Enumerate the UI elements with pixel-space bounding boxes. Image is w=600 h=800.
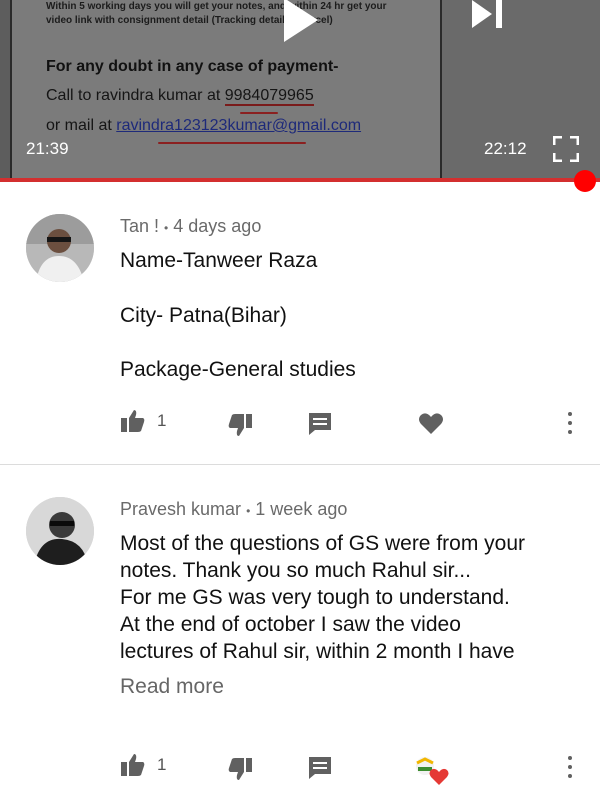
comment-text-line: For me GS was very tough to understand.	[120, 586, 510, 609]
current-time: 21:39	[26, 139, 69, 158]
meta-separator: •	[246, 504, 251, 518]
duration: 22:12	[484, 139, 527, 158]
doc-mail-line: or mail at ravindra123123kumar@gmail.com	[46, 117, 361, 135]
like-count: 1	[157, 755, 167, 774]
comment-divider	[0, 464, 600, 465]
comment-author[interactable]: Tan !	[120, 216, 159, 236]
comment-text-line: notes. Thank you so much Rahul sir...	[120, 559, 471, 582]
meta-separator: •	[164, 221, 169, 235]
avatar[interactable]	[26, 214, 94, 282]
doc-text-line2: video link with consignment detail (Trac…	[46, 15, 333, 26]
comment-text-line: Most of the questions of GS were from yo…	[120, 532, 526, 555]
comment-time: 1 week ago	[255, 499, 348, 519]
thumb-down-icon[interactable]	[227, 756, 253, 782]
comment-author[interactable]: Pravesh kumar	[120, 499, 241, 519]
thumb-up-icon[interactable]	[120, 752, 146, 778]
comment-icon[interactable]	[307, 411, 333, 437]
heart-fill	[429, 768, 449, 785]
doc-call-prefix: Call to ravindra kumar at	[46, 87, 225, 104]
doc-underline-mark	[240, 112, 278, 114]
like-count: 1	[157, 411, 167, 430]
comment-text-line: Package-General studies	[120, 358, 356, 381]
fullscreen-icon[interactable]	[553, 136, 579, 162]
comment-time: 4 days ago	[173, 216, 262, 236]
comment-text-line: lectures of Rahul sir, within 2 month I …	[120, 640, 515, 663]
doc-mail-prefix: or mail at	[46, 117, 117, 134]
heart-icon[interactable]	[418, 411, 444, 437]
progress-bar[interactable]	[0, 178, 600, 182]
frame-border-left	[10, 0, 12, 182]
thumb-down-icon[interactable]	[227, 412, 253, 438]
progress-scrubber[interactable]	[574, 170, 596, 192]
comment-icon[interactable]	[307, 755, 333, 781]
comment-meta: Tan ! • 4 days ago	[120, 216, 261, 237]
comment-text-line: At the end of october I saw the video	[120, 613, 461, 636]
avatar[interactable]	[26, 497, 94, 565]
comment-meta: Pravesh kumar • 1 week ago	[120, 499, 347, 520]
thumb-up-icon[interactable]	[120, 408, 146, 434]
doc-phone: 9984079965	[224, 87, 314, 106]
play-icon[interactable]	[284, 0, 318, 42]
comment-text-line: Name-Tanweer Raza	[120, 249, 318, 272]
doc-underline-mark-2	[158, 142, 306, 144]
read-more-link[interactable]: Read more	[120, 675, 224, 699]
doc-heading: For any doubt in any case of payment-	[46, 58, 339, 75]
doc-text-line1: Within 5 working days you will get your …	[46, 1, 387, 12]
more-vert-icon[interactable]	[566, 756, 574, 782]
doc-call-line: Call to ravindra kumar at 9984079965	[46, 87, 314, 106]
comment-text-line: City- Patna(Bihar)	[120, 304, 287, 327]
creator-heart-icon[interactable]	[414, 756, 450, 786]
video-player[interactable]: Within 5 working days you will get your …	[0, 0, 600, 182]
more-vert-icon[interactable]	[566, 412, 574, 438]
skip-next-icon[interactable]	[472, 0, 504, 28]
doc-email: ravindra123123kumar@gmail.com	[116, 117, 362, 134]
